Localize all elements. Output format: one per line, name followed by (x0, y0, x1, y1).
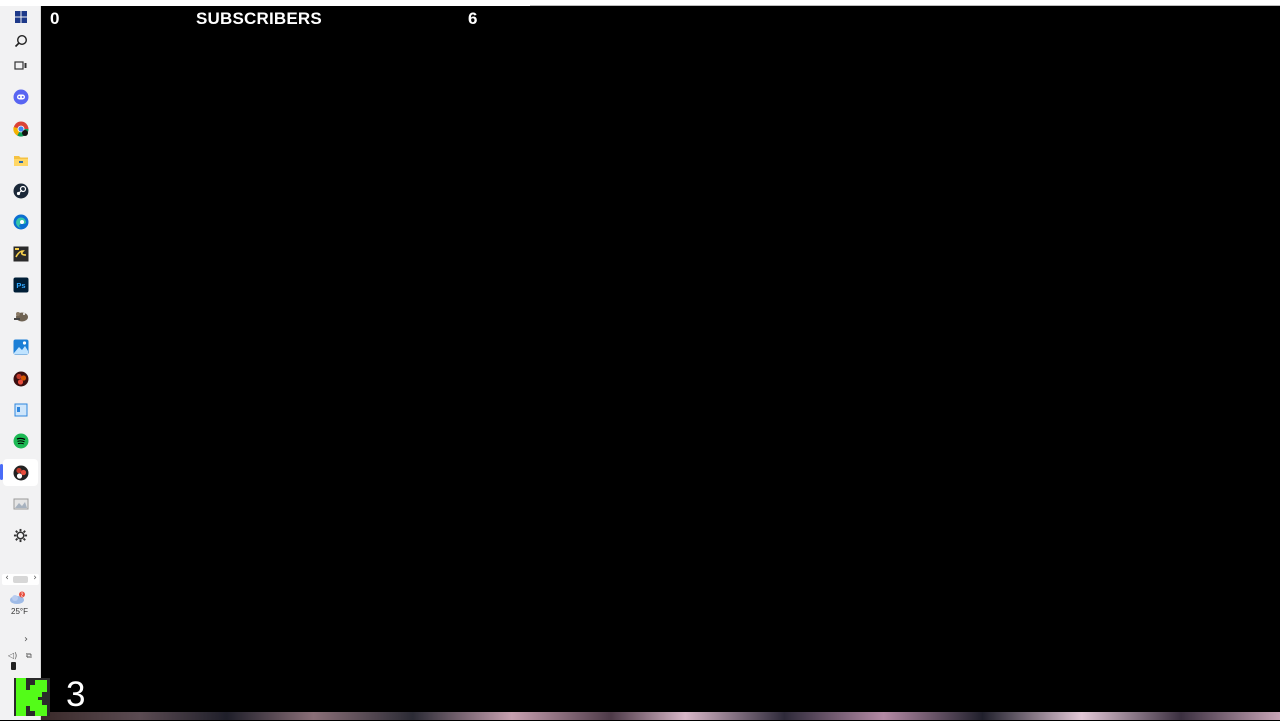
photos-icon[interactable] (12, 338, 29, 355)
task-view-icon[interactable] (12, 57, 29, 74)
svg-text:Ps: Ps (16, 281, 25, 290)
photoshop-icon[interactable]: Ps (12, 276, 29, 293)
scroll-left-icon[interactable]: ‹ (2, 573, 12, 584)
kick-logo-icon (14, 676, 50, 716)
volume-icon[interactable]: ◁) (8, 651, 17, 660)
weather-cloud-icon: 2 (10, 591, 25, 604)
top-edge (0, 0, 1280, 6)
app-icon[interactable] (12, 245, 29, 262)
scroll-right-icon[interactable]: › (30, 573, 40, 584)
active-indicator (0, 464, 3, 480)
overlay-title: SUBSCRIBERS (196, 9, 322, 28)
weather-badge: 2 (21, 593, 24, 599)
taskbar-scrollbar[interactable]: ‹ › (2, 573, 40, 585)
obs-icon[interactable] (12, 370, 29, 387)
kick-follower-count: 3 (66, 675, 86, 714)
chrome-icon[interactable] (12, 120, 29, 137)
file-explorer-icon[interactable] (12, 151, 29, 168)
bottom-preview-strip (41, 712, 1280, 720)
obs-studio-icon[interactable] (12, 464, 29, 481)
microphone-icon[interactable] (11, 662, 16, 670)
spotify-icon[interactable] (12, 432, 29, 449)
show-hidden-icons-chevron-icon[interactable]: › (24, 634, 28, 645)
top-edge-line (530, 5, 1280, 6)
gimp-icon[interactable] (12, 307, 29, 324)
edge-icon[interactable] (12, 213, 29, 230)
start-icon[interactable] (12, 8, 29, 25)
vertical-taskbar: Ps ‹ › 2 25°F › ◁) ⧉ (0, 6, 41, 720)
right-counter: 6 (468, 9, 478, 28)
settings-icon[interactable] (12, 527, 29, 544)
weather-temperature: 25°F (11, 607, 28, 616)
left-counter: 0 (50, 9, 60, 28)
system-tray: ◁) ⧉ (8, 651, 38, 661)
scroll-thumb[interactable] (13, 576, 28, 583)
network-icon[interactable]: ⧉ (26, 651, 32, 661)
steam-icon[interactable] (12, 182, 29, 199)
app-window-icon[interactable] (12, 401, 29, 418)
weather-widget[interactable]: 2 25°F (8, 591, 34, 616)
discord-icon[interactable] (12, 88, 29, 105)
image-viewer-icon[interactable] (12, 495, 29, 512)
search-icon[interactable] (12, 32, 29, 49)
